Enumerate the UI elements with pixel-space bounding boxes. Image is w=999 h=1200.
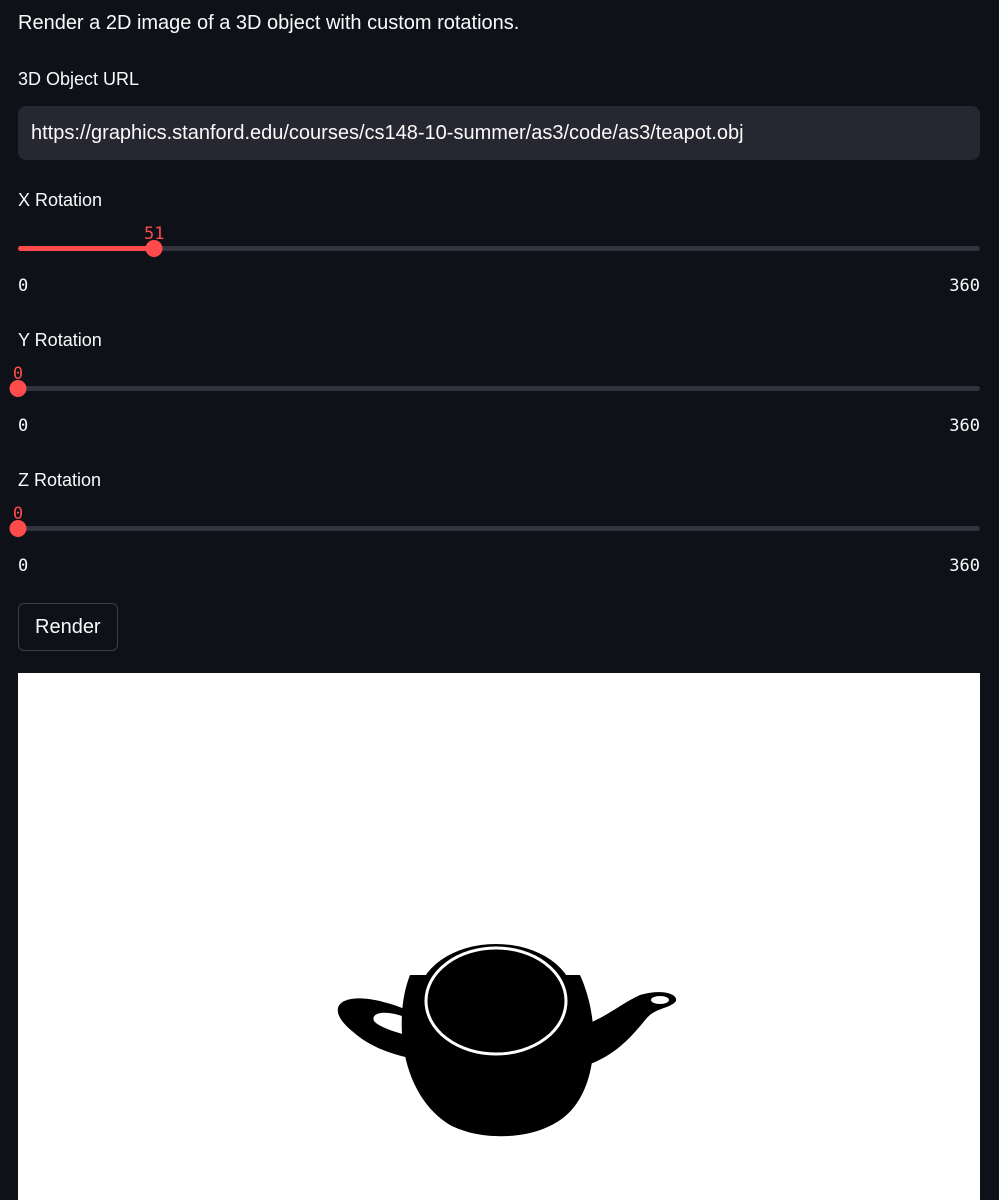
y-rotation-label: Y Rotation	[18, 330, 102, 350]
y-rotation-max-label: 360	[949, 416, 980, 436]
y-rotation-slider[interactable]: 0 0 360	[0, 364, 999, 444]
teapot-spout-opening	[651, 996, 669, 1004]
object-url-input[interactable]	[18, 106, 980, 160]
x-rotation-fill	[18, 246, 155, 251]
z-rotation-slider[interactable]: 0 0 360	[0, 504, 999, 584]
x-rotation-max-label: 360	[949, 276, 980, 296]
y-rotation-min-label: 0	[18, 416, 29, 436]
y-rotation-track[interactable]	[18, 386, 980, 391]
teapot-lid	[418, 944, 574, 1054]
x-rotation-slider[interactable]: 51 0 360	[0, 224, 999, 304]
z-rotation-max-label: 360	[949, 556, 980, 576]
x-rotation-label: X Rotation	[18, 190, 103, 210]
teapot-silhouette	[337, 944, 677, 1137]
z-rotation-thumb[interactable]	[9, 520, 27, 537]
z-rotation-min-label: 0	[18, 556, 29, 576]
x-rotation-thumb[interactable]	[145, 240, 163, 257]
render-button[interactable]: Render	[18, 603, 118, 651]
url-field-label: 3D Object URL	[18, 69, 140, 89]
x-rotation-min-label: 0	[18, 276, 29, 296]
app-root: Render a 2D image of a 3D object with cu…	[0, 0, 999, 1200]
y-rotation-thumb[interactable]	[9, 380, 27, 397]
z-rotation-track[interactable]	[18, 526, 980, 531]
page-description: Render a 2D image of a 3D object with cu…	[18, 12, 520, 34]
z-rotation-label: Z Rotation	[18, 470, 102, 490]
rendered-image	[18, 673, 980, 1200]
